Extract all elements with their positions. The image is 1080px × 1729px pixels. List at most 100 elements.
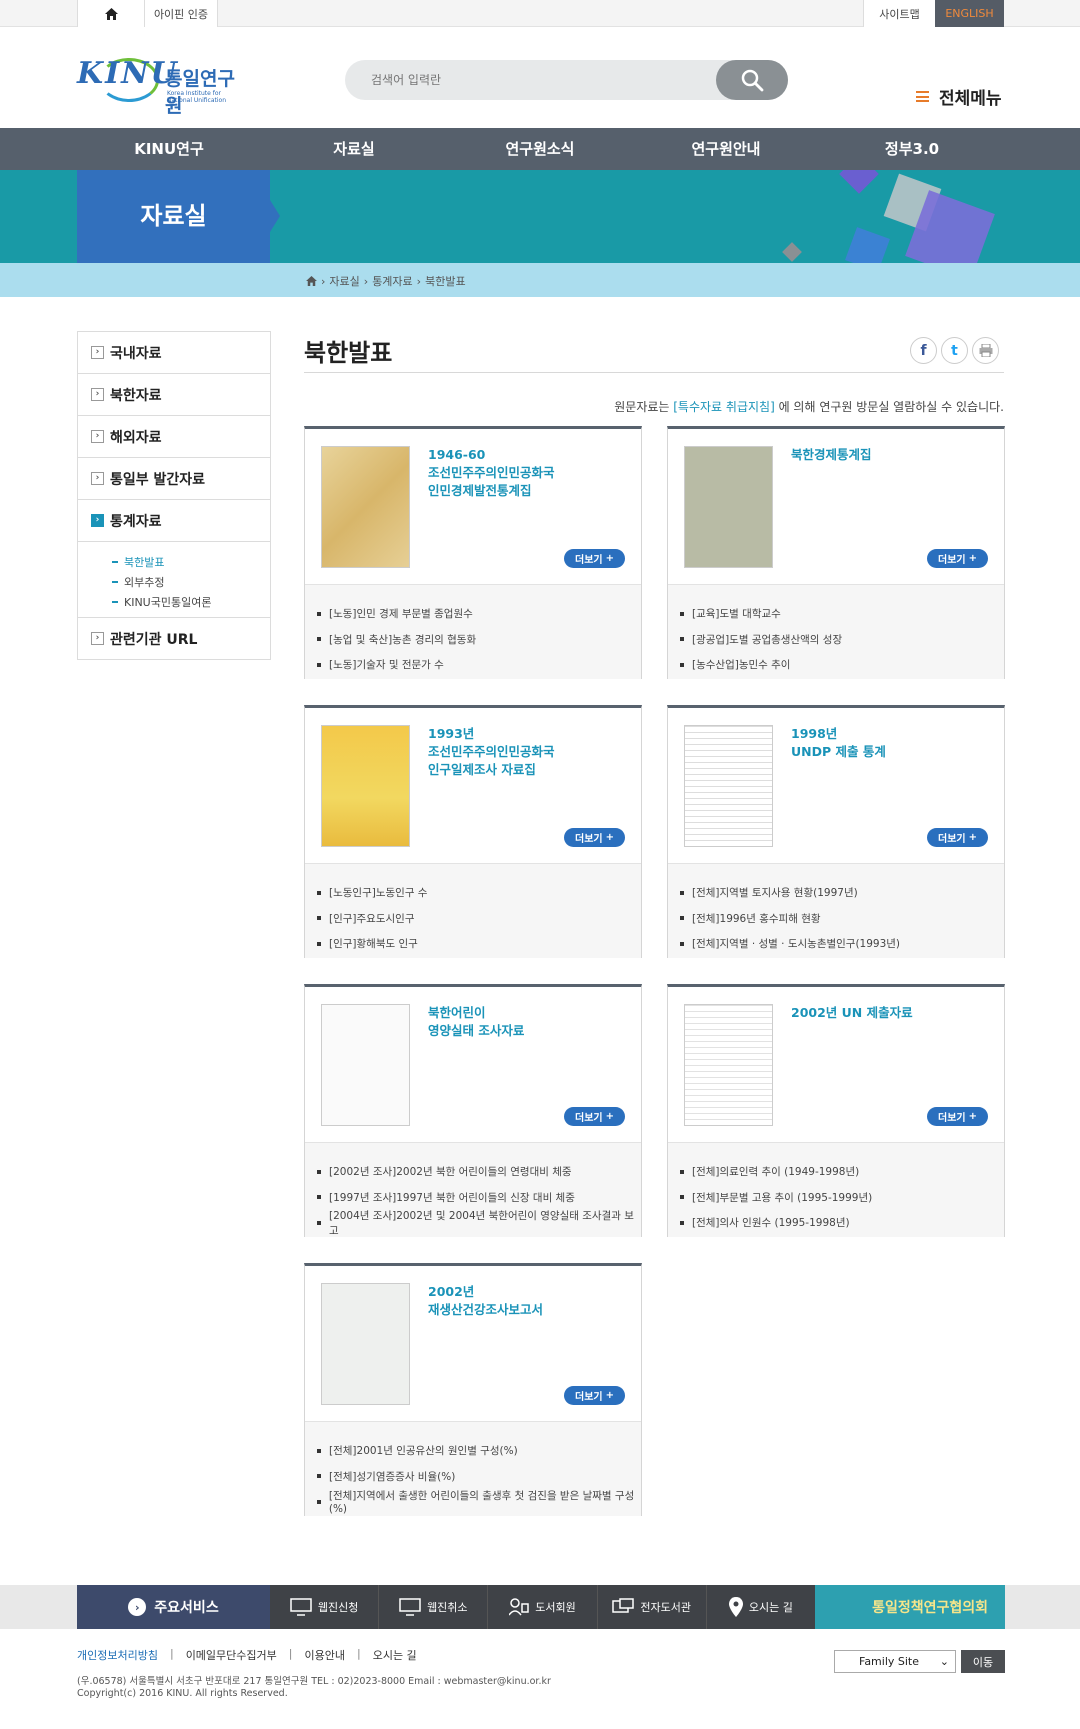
list-item[interactable]: [광공업]도별 공업총생산액의 성장 bbox=[680, 627, 1004, 653]
english-link[interactable]: ENGLISH bbox=[935, 0, 1004, 27]
card-title-line: 재생산건강조사보고서 bbox=[428, 1302, 544, 1317]
side-nav-item-overseas[interactable]: › 해외자료 bbox=[78, 416, 270, 458]
side-nav-subitem-kinu-survey[interactable]: KINU국민통일여론 bbox=[112, 592, 270, 612]
list-item[interactable]: [농수산업]농민수 추이 bbox=[680, 652, 1004, 678]
home-icon[interactable] bbox=[306, 276, 317, 286]
book-cover-thumbnail[interactable] bbox=[321, 725, 410, 847]
list-item[interactable]: [전체]지역에서 출생한 어린이들의 출생후 첫 검진을 받은 날짜별 구성(%… bbox=[317, 1489, 641, 1515]
material-card: 1998년 UNDP 제출 통계 더보기 + [전체]지역별 토지사용 현황(19… bbox=[667, 705, 1005, 958]
logo[interactable]: KINU 통일연구원 Korea Institute for National … bbox=[77, 56, 247, 117]
nav-item-about[interactable]: 연구원안내 bbox=[646, 128, 806, 170]
breadcrumb-item[interactable]: 북한발표 bbox=[425, 273, 465, 289]
list-item[interactable]: [1997년 조사]1997년 북한 어린이들의 신장 대비 체중 bbox=[317, 1185, 641, 1211]
usage-guide-link[interactable]: 이용안내 bbox=[305, 1647, 345, 1663]
service-label: 전자도서관 bbox=[640, 1601, 692, 1614]
deco-shape bbox=[839, 170, 879, 194]
share-buttons: f t bbox=[910, 337, 999, 364]
policy-council-link[interactable]: 통일정책연구협의회 bbox=[815, 1585, 1005, 1629]
card-title[interactable]: 1946-60 조선민주주의인민공화국 인민경제발전통계집 bbox=[428, 446, 628, 500]
nav-item-gov30[interactable]: 정부3.0 bbox=[832, 128, 992, 170]
side-nav-item-domestic[interactable]: › 국내자료 bbox=[78, 332, 270, 374]
card-title-line: 2002년 bbox=[428, 1284, 475, 1299]
privacy-policy-link[interactable]: 개인정보처리방침 bbox=[77, 1647, 158, 1663]
list-item[interactable]: [전체]의사 인원수 (1995-1998년) bbox=[680, 1210, 1004, 1236]
side-nav-item-mou-publications[interactable]: › 통일부 발간자료 bbox=[78, 458, 270, 500]
list-item[interactable]: [인구]황해북도 인구 bbox=[317, 931, 641, 957]
list-item[interactable]: [2004년 조사]2002년 및 2004년 북한어린이 영양실태 조사결과 … bbox=[317, 1210, 641, 1237]
more-button[interactable]: 더보기 + bbox=[564, 828, 625, 847]
sitemap-link[interactable]: 사이트맵 bbox=[863, 0, 935, 27]
more-button[interactable]: 더보기 + bbox=[927, 549, 988, 568]
notice-guideline-link[interactable]: [특수자료 취급지침] bbox=[673, 400, 775, 414]
go-button[interactable]: 이동 bbox=[961, 1650, 1005, 1673]
card-title[interactable]: 북한어린이 영양실태 조사자료 bbox=[428, 1004, 628, 1040]
directions-link[interactable]: 오시는 길 bbox=[373, 1647, 417, 1663]
material-card: 1946-60 조선민주주의인민공화국 인민경제발전통계집 더보기 + [노동]인… bbox=[304, 426, 642, 679]
more-button[interactable]: 더보기 + bbox=[927, 828, 988, 847]
more-button[interactable]: 더보기 + bbox=[927, 1107, 988, 1126]
all-menu-label: 전체메뉴 bbox=[939, 89, 1002, 109]
list-item[interactable]: [전체]성기염증증사 비율(%) bbox=[317, 1464, 641, 1490]
facebook-icon[interactable]: f bbox=[910, 337, 937, 364]
card-title[interactable]: 1993년 조선민주주의인민공화국 인구일제조사 자료집 bbox=[428, 725, 628, 779]
card-title[interactable]: 1998년 UNDP 제출 통계 bbox=[791, 725, 991, 761]
card-title-line: 인구일제조사 자료집 bbox=[428, 762, 536, 777]
search-input[interactable] bbox=[371, 70, 691, 90]
list-item[interactable]: [전체]부문별 고용 추이 (1995-1999년) bbox=[680, 1185, 1004, 1211]
policy-council-label: 통일정책연구협의회 bbox=[872, 1600, 988, 1616]
side-nav-subitem-nk-announcement[interactable]: 북한발표 bbox=[112, 552, 270, 572]
card-item-list: [전체]2001년 인공유산의 원인별 구성(%) [전체]성기염증증사 비율(… bbox=[305, 1421, 641, 1516]
side-nav-sublabel: KINU국민통일여론 bbox=[124, 596, 212, 609]
list-item[interactable]: [노동인구]노동인구 수 bbox=[317, 880, 641, 906]
nav-item-research[interactable]: KINU연구 bbox=[89, 128, 249, 170]
nav-item-news[interactable]: 연구원소식 bbox=[460, 128, 620, 170]
list-item[interactable]: [전체]지역별 토지사용 현황(1997년) bbox=[680, 880, 1004, 906]
card-title[interactable]: 북한경제통계집 bbox=[791, 446, 991, 464]
list-item[interactable]: [인구]주요도시인구 bbox=[317, 906, 641, 932]
list-item[interactable]: [전체]의료인력 추이 (1949-1998년) bbox=[680, 1159, 1004, 1185]
list-item[interactable]: [2002년 조사]2002년 북한 어린이들의 연령대비 체중 bbox=[317, 1159, 641, 1185]
document-thumbnail[interactable] bbox=[684, 725, 773, 847]
service-directions[interactable]: 오시는 길 bbox=[707, 1585, 815, 1629]
document-thumbnail[interactable] bbox=[321, 1283, 410, 1405]
book-cover-thumbnail[interactable] bbox=[321, 446, 410, 568]
list-item[interactable]: [농업 및 축산]농촌 경리의 협동화 bbox=[317, 627, 641, 653]
list-item[interactable]: [노동]기술자 및 전문가 수 bbox=[317, 652, 641, 678]
more-button[interactable]: 더보기 + bbox=[564, 549, 625, 568]
card-title-line: 조선민주주의인민공화국 bbox=[428, 465, 555, 480]
service-library-member[interactable]: 도서회원 bbox=[488, 1585, 598, 1629]
all-menu-button[interactable]: 전체메뉴 bbox=[916, 84, 1002, 109]
document-thumbnail[interactable] bbox=[321, 1004, 410, 1126]
email-policy-link[interactable]: 이메일무단수집거부 bbox=[186, 1647, 277, 1663]
breadcrumb-item[interactable]: 통계자료 bbox=[372, 273, 412, 289]
list-item[interactable]: [전체]지역별 · 성별 · 도시농촌별인구(1993년) bbox=[680, 931, 1004, 957]
side-nav-subitem-external-estimates[interactable]: 외부추정 bbox=[112, 572, 270, 592]
side-nav-item-north-korea[interactable]: › 북한자료 bbox=[78, 374, 270, 416]
home-button[interactable] bbox=[77, 0, 145, 27]
card-title[interactable]: 2002년 UN 제출자료 bbox=[791, 1004, 991, 1022]
twitter-icon[interactable]: t bbox=[941, 337, 968, 364]
search-button[interactable] bbox=[716, 60, 788, 100]
list-item[interactable]: [교육]도별 대학교수 bbox=[680, 601, 1004, 627]
card-title[interactable]: 2002년 재생산건강조사보고서 bbox=[428, 1283, 628, 1319]
side-nav-item-statistics[interactable]: › 통계자료 bbox=[78, 500, 270, 542]
service-webzine-cancel[interactable]: 웹진취소 bbox=[379, 1585, 489, 1629]
list-item[interactable]: [노동]인민 경제 부문별 종업원수 bbox=[317, 601, 641, 627]
book-cover-thumbnail[interactable] bbox=[684, 446, 773, 568]
more-label: 더보기 bbox=[938, 1113, 966, 1124]
document-thumbnail[interactable] bbox=[684, 1004, 773, 1126]
nav-item-library[interactable]: 자료실 bbox=[274, 128, 434, 170]
more-button[interactable]: 더보기 + bbox=[564, 1386, 625, 1405]
service-e-library[interactable]: 전자도서관 bbox=[598, 1585, 707, 1629]
more-button[interactable]: 더보기 + bbox=[564, 1107, 625, 1126]
list-item[interactable]: [전체]2001년 인공유산의 원인별 구성(%) bbox=[317, 1438, 641, 1464]
family-site-select[interactable]: Family Site ⌄ bbox=[834, 1650, 956, 1673]
side-nav-submenu: 북한발표 외부추정 KINU국민통일여론 bbox=[78, 542, 270, 618]
ipin-link[interactable]: 아이핀 인증 bbox=[145, 0, 218, 27]
plus-icon: + bbox=[605, 1111, 614, 1122]
side-nav-item-related-urls[interactable]: › 관련기관 URL bbox=[78, 618, 270, 660]
service-webzine-subscribe[interactable]: 웹진신청 bbox=[270, 1585, 380, 1629]
breadcrumb-item[interactable]: 자료실 bbox=[329, 273, 359, 289]
print-icon[interactable] bbox=[972, 337, 999, 364]
list-item[interactable]: [전체]1996년 홍수피해 현황 bbox=[680, 906, 1004, 932]
